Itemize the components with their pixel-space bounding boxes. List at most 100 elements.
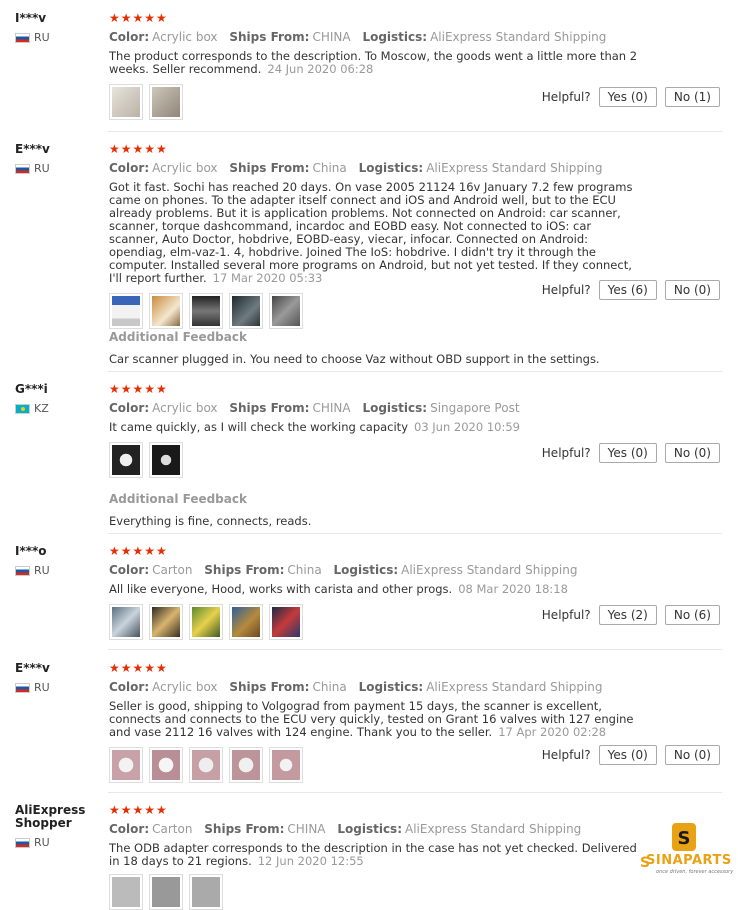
- russia-flag-icon: [15, 32, 30, 43]
- brand-tagline: once driven, forever accessory: [656, 869, 734, 875]
- review-item: E***v RU ★★★★★ Color: Acrylic box Ships F…: [0, 143, 738, 371]
- review-body: ★★★★★ Color: Acrylic box Ships From: China…: [109, 662, 720, 783]
- reviewer-country: RU: [15, 162, 105, 175]
- reviewer-name: E***v: [15, 142, 50, 156]
- review-photo[interactable]: [149, 747, 183, 783]
- review-item: E***v RU ★★★★★ Color: Acrylic box Ships F…: [0, 662, 738, 792]
- review-body: ★★★★★ Color: Carton Ships From: China Logi…: [109, 545, 720, 640]
- country-code: RU: [34, 162, 50, 175]
- country-code: RU: [34, 31, 50, 44]
- review-photo[interactable]: [109, 293, 143, 329]
- russia-flag-icon: [15, 682, 30, 693]
- review-item: I***o RU ★★★★★ Color: Carton Ships From: C…: [0, 545, 738, 650]
- review-date: 17 Apr 2020 02:28: [498, 725, 607, 739]
- review-photo[interactable]: [109, 747, 143, 783]
- review-photo[interactable]: [189, 604, 223, 640]
- review-photo[interactable]: [149, 442, 183, 478]
- review-photo[interactable]: [229, 604, 263, 640]
- helpful-label: Helpful?: [541, 446, 591, 460]
- reviewer-info: G***i KZ: [15, 383, 105, 415]
- reviewer-info: AliExpress Shopper RU: [15, 804, 105, 849]
- reviewer-country: RU: [15, 564, 105, 577]
- review-photo[interactable]: [149, 84, 183, 120]
- review-item: G***i KZ ★★★★★ Color: Acrylic box Ships F…: [0, 383, 738, 533]
- country-code: RU: [34, 564, 50, 577]
- reviewer-info: I***o RU: [15, 545, 105, 577]
- review-photo[interactable]: [109, 442, 143, 478]
- reviewer-country: KZ: [15, 402, 105, 415]
- additional-feedback-text: Everything is fine, connects, reads.: [109, 514, 312, 528]
- review-photo[interactable]: [189, 747, 223, 783]
- review-photo[interactable]: [269, 747, 303, 783]
- review-photo[interactable]: [229, 747, 263, 783]
- helpful-yes-button[interactable]: Yes (0): [598, 745, 657, 765]
- review-date: 17 Mar 2020 05:33: [212, 271, 323, 285]
- helpful-vote: Helpful? Yes (0) No (0): [542, 443, 720, 463]
- helpful-label: Helpful?: [541, 748, 591, 762]
- review-text: The product corresponds to the descripti…: [109, 49, 638, 76]
- review-photo[interactable]: [229, 293, 263, 329]
- divider: [108, 371, 722, 372]
- reviewer-country: RU: [15, 836, 105, 849]
- review-photo[interactable]: [109, 874, 143, 910]
- reviewer-info: E***v RU: [15, 143, 105, 175]
- helpful-no-button[interactable]: No (0): [664, 443, 720, 463]
- star-rating: ★★★★★: [109, 803, 168, 817]
- reviewer-info: I***v RU: [15, 12, 105, 44]
- review-text: Seller is good, shipping to Volgograd fr…: [109, 699, 634, 739]
- reviewer-name: I***o: [15, 544, 47, 558]
- reviewer-info: E***v RU: [15, 662, 105, 694]
- star-rating: ★★★★★: [109, 11, 168, 25]
- brand-name: SINAPARTS: [646, 853, 732, 868]
- review-item: AliExpress Shopper RU ★★★★★ Color: Carton…: [0, 803, 738, 910]
- star-rating: ★★★★★: [109, 382, 168, 396]
- review-photo[interactable]: [109, 604, 143, 640]
- review-photo[interactable]: [189, 293, 223, 329]
- order-attributes: Color: Carton Ships From: CHINA Logistics:…: [109, 822, 582, 836]
- review-photo[interactable]: [149, 293, 183, 329]
- review-date: 08 Mar 2020 18:18: [458, 582, 568, 596]
- review-body: ★★★★★ Color: Acrylic box Ships From: China…: [109, 142, 720, 366]
- helpful-vote: Helpful? Yes (0) No (1): [542, 87, 720, 107]
- review-photo[interactable]: [189, 874, 223, 910]
- helpful-yes-button[interactable]: Yes (6): [598, 280, 657, 300]
- review-date: 12 Jun 2020 12:55: [257, 854, 364, 868]
- star-rating: ★★★★★: [109, 661, 168, 675]
- review-text: Got it fast. Sochi has reached 20 days. …: [109, 180, 633, 285]
- reviewer-country: RU: [15, 31, 105, 44]
- svg-text:S: S: [678, 828, 691, 849]
- helpful-no-button[interactable]: No (0): [664, 745, 720, 765]
- review-photo[interactable]: [269, 293, 303, 329]
- helpful-yes-button[interactable]: Yes (0): [598, 443, 657, 463]
- divider: [108, 533, 722, 534]
- helpful-no-button[interactable]: No (6): [664, 605, 720, 625]
- helpful-yes-button[interactable]: Yes (2): [598, 605, 657, 625]
- reviewer-name: AliExpress Shopper: [15, 803, 86, 830]
- review-text: It came quickly, as I will check the wor…: [109, 420, 520, 434]
- divider: [108, 792, 722, 793]
- additional-feedback-text: Car scanner plugged in. You need to choo…: [109, 352, 600, 366]
- country-code: KZ: [34, 402, 49, 415]
- reviewer-name: G***i: [15, 382, 48, 396]
- helpful-yes-button[interactable]: Yes (0): [598, 87, 657, 107]
- star-rating: ★★★★★: [109, 142, 168, 156]
- helpful-no-button[interactable]: No (0): [664, 280, 720, 300]
- russia-flag-icon: [15, 163, 30, 174]
- review-photos: [109, 874, 720, 910]
- additional-feedback: Additional Feedback Everything is fine, …: [109, 492, 311, 528]
- review-photo[interactable]: [109, 84, 143, 120]
- kazakhstan-flag-icon: [15, 403, 30, 414]
- helpful-label: Helpful?: [541, 283, 591, 297]
- reviewer-name: I***v: [15, 11, 47, 25]
- review-photo[interactable]: [149, 604, 183, 640]
- review-item: I***v RU ★★★★★ Color: Acrylic box Ships F…: [0, 12, 738, 132]
- reviewer-name: E***v: [15, 661, 50, 675]
- country-code: RU: [34, 681, 50, 694]
- russia-flag-icon: [15, 837, 30, 848]
- review-photo[interactable]: [149, 874, 183, 910]
- order-attributes: Color: Acrylic box Ships From: CHINA Logis…: [109, 30, 607, 44]
- review-photo[interactable]: [269, 604, 303, 640]
- order-attributes: Color: Acrylic box Ships From: China Logis…: [109, 161, 603, 175]
- helpful-no-button[interactable]: No (1): [664, 87, 720, 107]
- helpful-label: Helpful?: [541, 90, 591, 104]
